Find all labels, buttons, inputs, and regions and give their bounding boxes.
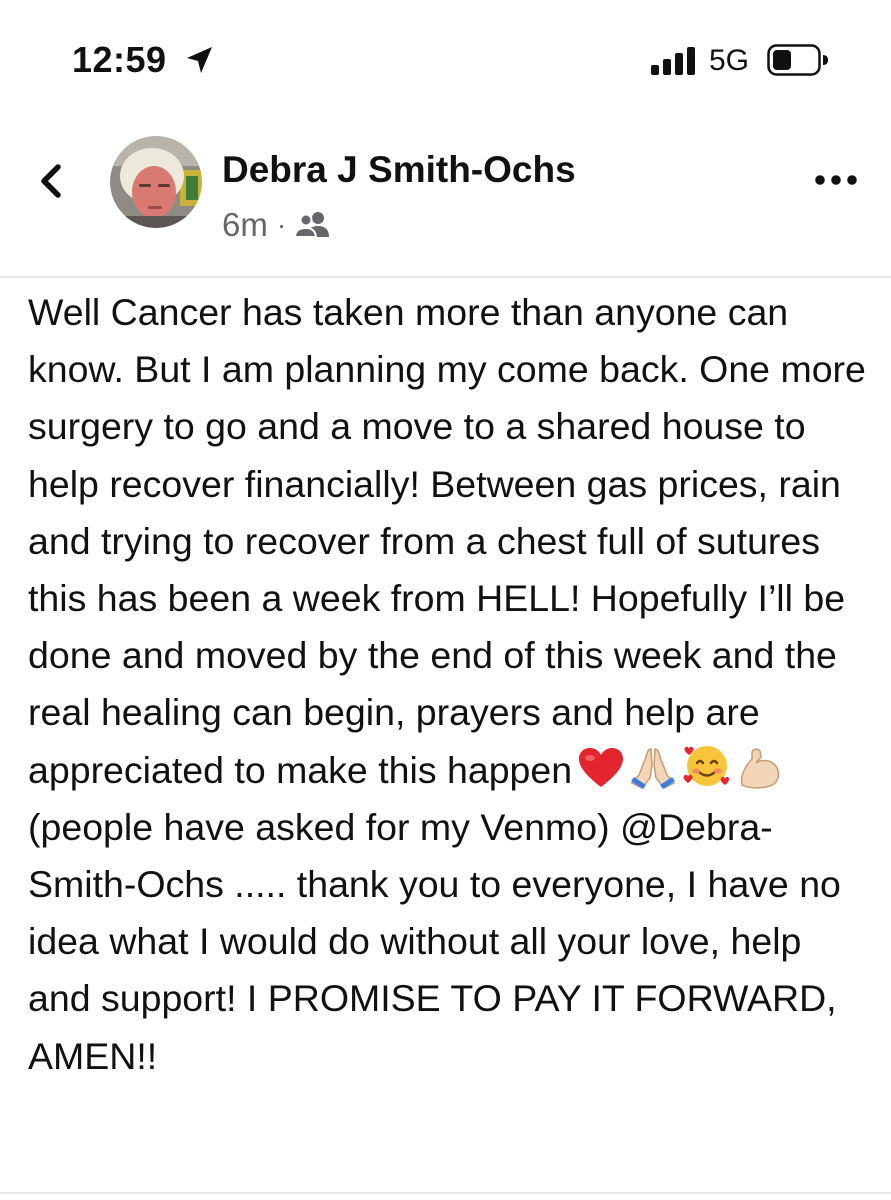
battery-icon xyxy=(767,44,828,76)
smiling-face-with-hearts-emoji xyxy=(683,745,730,786)
more-options-icon[interactable] xyxy=(810,164,862,196)
post-text-part1: Well Cancer has taken more than anyone c… xyxy=(28,291,866,791)
back-arrow-icon[interactable] xyxy=(30,158,76,204)
folded-hands-emoji xyxy=(630,747,676,789)
post-body: Well Cancer has taken more than anyone c… xyxy=(28,284,873,1085)
network-type-label: 5G xyxy=(709,44,750,77)
footer-divider xyxy=(0,1192,891,1194)
author-name[interactable]: Debra J Smith-Ochs xyxy=(222,148,576,192)
location-arrow-icon xyxy=(187,47,212,73)
friends-icon[interactable] xyxy=(294,210,332,240)
post-meta: 6m · xyxy=(222,206,332,244)
status-time: 12:59 xyxy=(72,39,167,80)
status-bar: 12:59 5G xyxy=(0,0,891,120)
flexed-biceps-emoji xyxy=(740,748,780,789)
post-text-part2: (people have asked for my Venmo) @Debra-… xyxy=(28,805,841,1077)
profile-photo xyxy=(110,136,202,228)
red-heart-emoji xyxy=(579,747,624,787)
avatar[interactable] xyxy=(110,136,202,228)
facebook-post-screen: 12:59 5G Debra J Smith-Ochs 6m · Well Ca… xyxy=(0,0,891,1200)
post-timestamp[interactable]: 6m xyxy=(222,206,268,244)
header-divider xyxy=(0,276,891,278)
meta-separator: · xyxy=(276,209,287,240)
cellular-signal-icon xyxy=(651,47,695,75)
emoji-group xyxy=(578,743,782,789)
post-header: Debra J Smith-Ochs 6m · xyxy=(0,120,891,276)
